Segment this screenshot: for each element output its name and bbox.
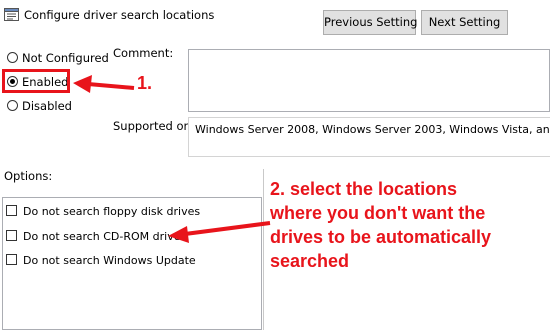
annotation-step-2: 2. select the locations where you don't … bbox=[270, 177, 550, 273]
annotation-arrow-1 bbox=[73, 75, 135, 93]
annotation-step-1: 1. bbox=[137, 73, 153, 93]
annotation-arrow-2 bbox=[168, 221, 271, 243]
annotation-line: searched bbox=[270, 251, 350, 271]
annotation-line: 2. select the locations bbox=[270, 179, 458, 199]
annotation-line: where you don't want the bbox=[270, 203, 486, 223]
annotation-arrows bbox=[73, 75, 271, 243]
annotation-line: drives to be automatically bbox=[270, 227, 492, 247]
